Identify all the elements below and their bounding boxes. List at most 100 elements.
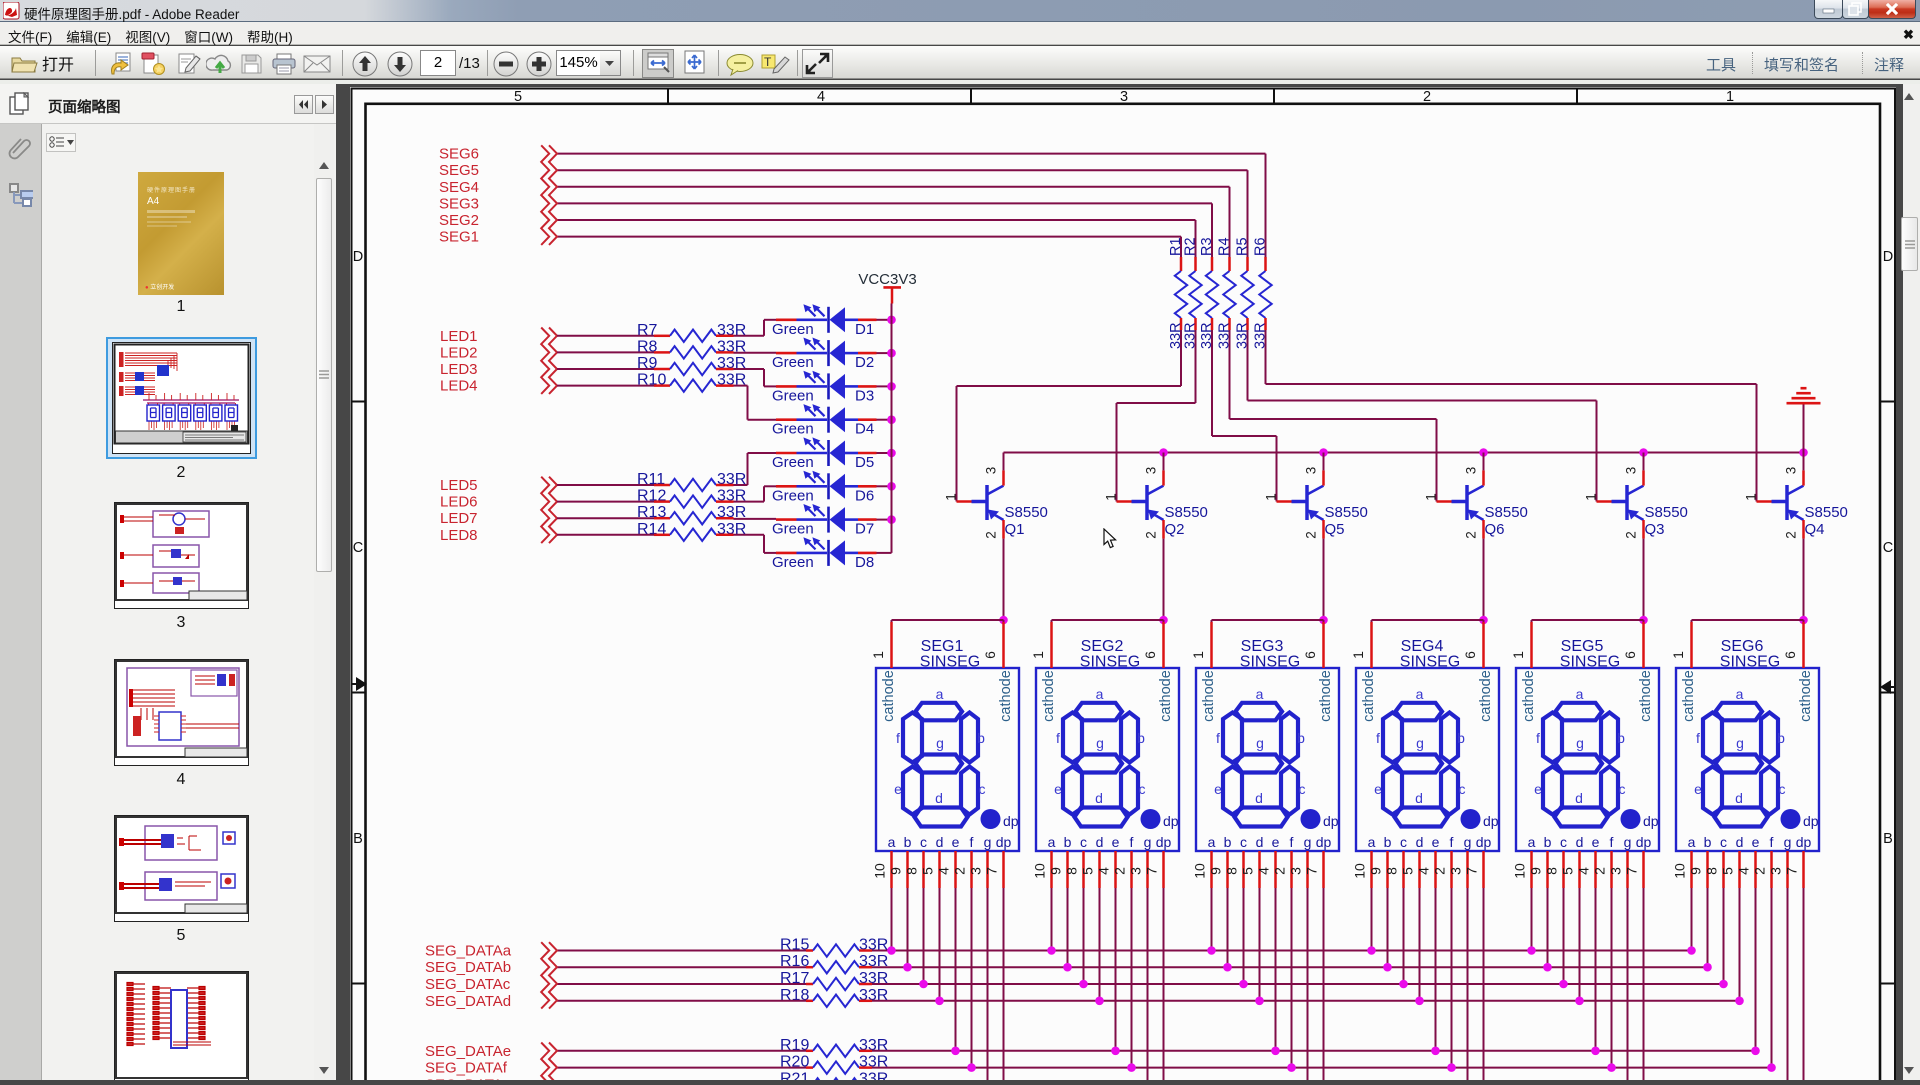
svg-text:5: 5: [1720, 867, 1736, 875]
svg-text:D3: D3: [855, 387, 874, 404]
svg-text:7: 7: [1144, 867, 1160, 875]
svg-text:Green: Green: [772, 321, 814, 338]
svg-text:Q2: Q2: [1165, 521, 1185, 538]
svg-text:g: g: [1576, 735, 1584, 751]
svg-text:7: 7: [1304, 867, 1320, 875]
svg-text:g: g: [1464, 834, 1472, 850]
svg-text:c: c: [1779, 781, 1786, 797]
svg-text:d: d: [936, 834, 944, 850]
svg-text:e: e: [952, 834, 960, 850]
svg-text:b: b: [1064, 834, 1072, 850]
svg-text:d: d: [1096, 834, 1104, 850]
svg-text:b: b: [977, 730, 985, 746]
svg-text:e: e: [1752, 834, 1760, 850]
svg-text:g: g: [1736, 735, 1744, 751]
svg-text:3: 3: [1120, 89, 1128, 105]
svg-text:b: b: [1544, 834, 1552, 850]
svg-text:SEG6: SEG6: [1721, 638, 1764, 655]
svg-text:6: 6: [982, 651, 998, 659]
svg-text:f: f: [1376, 730, 1380, 746]
svg-text:3: 3: [968, 867, 984, 875]
svg-text:33R: 33R: [859, 1070, 888, 1080]
svg-text:dp: dp: [1636, 834, 1652, 850]
svg-text:g: g: [1096, 735, 1104, 751]
svg-text:R5: R5: [1235, 237, 1251, 256]
svg-text:2: 2: [1784, 531, 1799, 539]
svg-text:dp: dp: [1476, 834, 1492, 850]
svg-text:1: 1: [1350, 651, 1366, 659]
svg-text:LED3: LED3: [440, 361, 478, 378]
svg-text:d: d: [1255, 790, 1263, 806]
svg-text:C: C: [1883, 540, 1893, 556]
svg-text:5: 5: [1560, 867, 1576, 875]
svg-text:4: 4: [1416, 867, 1432, 875]
svg-text:dp: dp: [1643, 813, 1659, 829]
svg-text:1: 1: [1030, 651, 1046, 659]
svg-text:e: e: [1432, 834, 1440, 850]
svg-text:d: d: [1575, 790, 1583, 806]
svg-text:f: f: [1290, 834, 1294, 850]
svg-text:7: 7: [984, 867, 1000, 875]
svg-text:1: 1: [1264, 493, 1279, 501]
svg-text:5: 5: [920, 867, 936, 875]
svg-text:3: 3: [1128, 867, 1144, 875]
svg-text:e: e: [1054, 781, 1062, 797]
svg-text:5: 5: [514, 89, 522, 105]
svg-text:3: 3: [1464, 467, 1479, 475]
svg-text:R3: R3: [1199, 237, 1215, 256]
svg-text:4: 4: [1256, 867, 1272, 875]
svg-text:cathode: cathode: [881, 670, 897, 722]
svg-text:cathode: cathode: [1361, 670, 1377, 722]
svg-text:3: 3: [1624, 467, 1639, 475]
svg-text:b: b: [1617, 730, 1625, 746]
svg-text:S8550: S8550: [1325, 504, 1368, 521]
svg-text:SINSEG: SINSEG: [1560, 654, 1620, 671]
svg-text:SEG2: SEG2: [439, 212, 479, 229]
svg-text:Green: Green: [772, 521, 814, 538]
svg-text:D7: D7: [855, 521, 874, 538]
svg-text:D: D: [1883, 249, 1893, 265]
svg-text:3: 3: [1448, 867, 1464, 875]
svg-text:dp: dp: [996, 834, 1012, 850]
svg-text:c: c: [1720, 834, 1727, 850]
svg-text:2: 2: [984, 531, 999, 539]
svg-text:g: g: [1304, 834, 1312, 850]
svg-text:f: f: [1056, 730, 1060, 746]
svg-text:Q4: Q4: [1805, 521, 1825, 538]
svg-text:9: 9: [1528, 867, 1544, 875]
svg-text:SEG1: SEG1: [439, 229, 479, 246]
svg-text:2: 2: [1432, 867, 1448, 875]
svg-text:5: 5: [1400, 867, 1416, 875]
svg-text:D6: D6: [855, 487, 874, 504]
svg-text:dp: dp: [1163, 813, 1179, 829]
svg-text:a: a: [1736, 686, 1744, 702]
svg-text:c: c: [1240, 834, 1247, 850]
svg-text:2: 2: [1464, 531, 1479, 539]
svg-text:Green: Green: [772, 454, 814, 471]
svg-text:3: 3: [1784, 467, 1799, 475]
svg-text:b: b: [1704, 834, 1712, 850]
svg-text:Green: Green: [772, 387, 814, 404]
svg-text:6: 6: [1142, 651, 1158, 659]
svg-text:g: g: [936, 735, 944, 751]
svg-text:LED5: LED5: [440, 477, 478, 494]
svg-text:e: e: [894, 781, 902, 797]
svg-text:SEG3: SEG3: [1241, 638, 1284, 655]
svg-text:b: b: [904, 834, 912, 850]
svg-text:f: f: [1216, 730, 1220, 746]
svg-text:g: g: [984, 834, 992, 850]
svg-text:6: 6: [1302, 651, 1318, 659]
svg-text:R6: R6: [1253, 237, 1269, 256]
svg-text:c: c: [1459, 781, 1466, 797]
svg-text:SEG5: SEG5: [439, 162, 479, 179]
svg-text:9: 9: [1048, 867, 1064, 875]
svg-text:dp: dp: [1323, 813, 1339, 829]
svg-text:f: f: [1450, 834, 1454, 850]
svg-text:S8550: S8550: [1005, 504, 1048, 521]
svg-text:b: b: [1137, 730, 1145, 746]
svg-text:4: 4: [1096, 867, 1112, 875]
svg-text:2: 2: [1304, 531, 1319, 539]
svg-text:cathode: cathode: [1478, 670, 1494, 722]
svg-text:LED4: LED4: [440, 378, 478, 395]
svg-text:3: 3: [984, 467, 999, 475]
